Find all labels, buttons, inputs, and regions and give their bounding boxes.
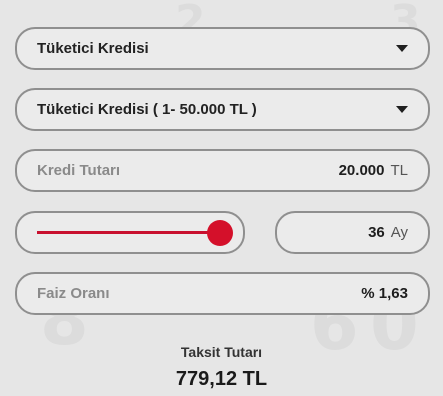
installment-label: Taksit Tutarı bbox=[180, 344, 263, 360]
product-select[interactable]: Tüketici Kredisi bbox=[15, 27, 430, 70]
term-unit: Ay bbox=[390, 224, 408, 241]
term-slider[interactable] bbox=[15, 211, 245, 254]
interest-rate-value: % 1,63 bbox=[361, 285, 408, 302]
term-value: 36 bbox=[368, 224, 385, 241]
loan-amount-unit: TL bbox=[390, 162, 408, 179]
product-select-value: Tüketici Kredisi bbox=[37, 40, 149, 57]
loan-amount-field[interactable]: Kredi Tutarı 20.000 TL bbox=[15, 149, 430, 192]
chevron-down-icon bbox=[396, 45, 408, 52]
loan-range-select[interactable]: Tüketici Kredisi ( 1- 50.000 TL ) bbox=[15, 88, 430, 131]
chevron-down-icon bbox=[396, 106, 408, 113]
installment-value: 779,12 TL bbox=[175, 368, 268, 390]
loan-range-select-value: Tüketici Kredisi ( 1- 50.000 TL ) bbox=[37, 101, 257, 118]
term-slider-handle[interactable] bbox=[207, 220, 233, 246]
interest-rate-field: Faiz Oranı % 1,63 bbox=[15, 272, 430, 315]
interest-rate-label: Faiz Oranı bbox=[37, 285, 110, 302]
loan-amount-value: 20.000 bbox=[338, 162, 385, 179]
loan-amount-label: Kredi Tutarı bbox=[37, 162, 121, 179]
term-slider-track[interactable] bbox=[37, 231, 219, 234]
term-field[interactable]: 36 Ay bbox=[275, 211, 430, 254]
